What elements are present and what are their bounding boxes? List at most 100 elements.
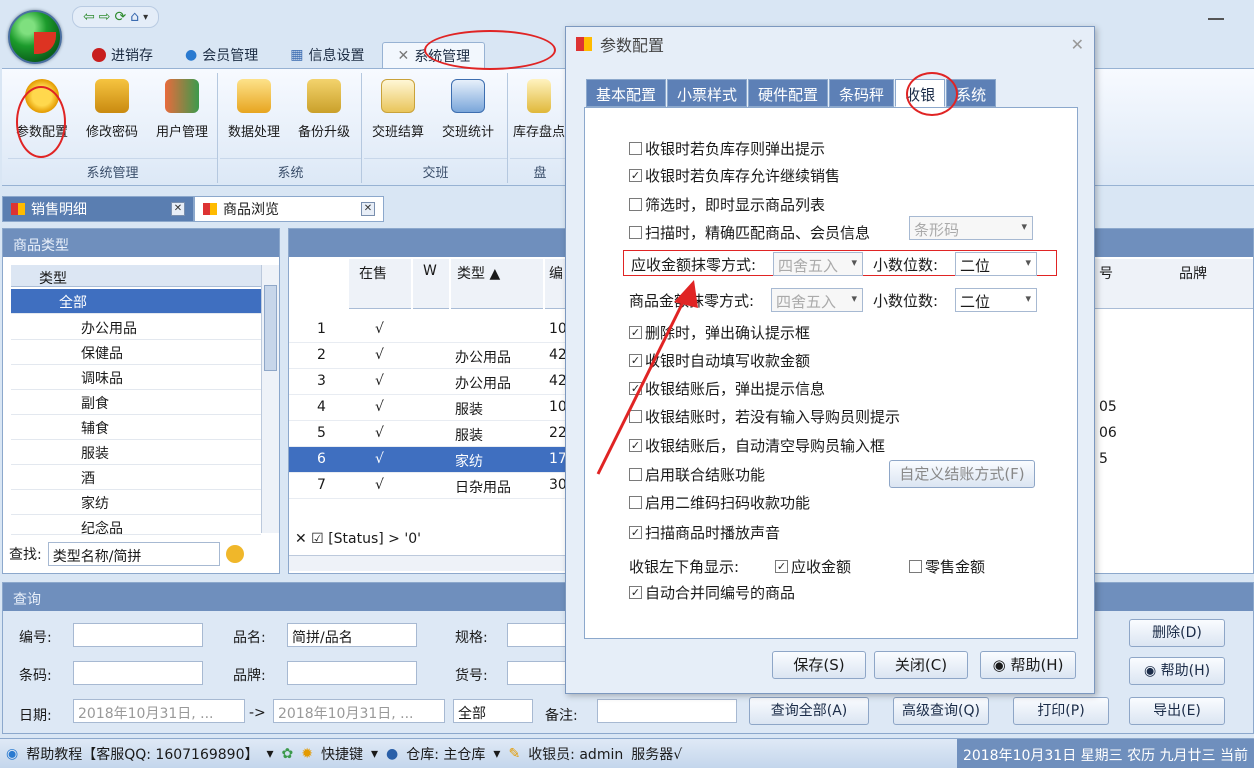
grid-icon: [11, 203, 25, 215]
checkbox-box: [629, 142, 642, 155]
home-icon[interactable]: ⌂: [130, 9, 139, 25]
option-checkbox[interactable]: ✓ 收银时若负库存允许继续销售: [629, 165, 840, 186]
dialog-close-icon[interactable]: ✕: [1071, 35, 1084, 54]
col-brand[interactable]: 品牌: [1173, 259, 1253, 309]
option-checkbox[interactable]: ✓ 扫描商品时播放声音: [629, 522, 780, 543]
round2-select[interactable]: 四舍五入: [771, 288, 863, 312]
tree-node-all[interactable]: 全部: [11, 289, 261, 314]
date-from[interactable]: 2018年10月31日, ...: [73, 699, 245, 723]
option-checkbox[interactable]: 收银时若负库存则弹出提示: [629, 138, 825, 159]
name-input[interactable]: 简拼/品名: [287, 623, 417, 647]
calculator-icon: [527, 79, 551, 113]
print-button[interactable]: 打印(P): [1013, 697, 1109, 725]
data-process-button[interactable]: 数据处理: [220, 79, 288, 140]
tree-node[interactable]: 副食: [11, 390, 261, 415]
label-barcode: 条码:: [19, 668, 52, 684]
itemno-input[interactable]: [507, 661, 567, 685]
close-icon[interactable]: ✕: [361, 202, 375, 216]
corner-receivable-checkbox[interactable]: ✓ 应收金额: [775, 556, 851, 577]
box-icon: [307, 79, 341, 113]
status-help[interactable]: 帮助教程【客服QQ: 1607169890】: [26, 744, 258, 764]
col-number[interactable]: 号: [1095, 259, 1173, 309]
barcode-select[interactable]: 条形码: [909, 216, 1033, 240]
grid-hscrollbar[interactable]: [289, 555, 569, 571]
group-caption: 交班: [364, 158, 507, 181]
tree-node[interactable]: 服装: [11, 440, 261, 465]
save-button[interactable]: 保存(S): [772, 651, 866, 679]
dec1-label: 小数位数:: [873, 256, 939, 274]
option-checkbox[interactable]: 筛选时，即时显示商品列表: [629, 194, 825, 215]
brand-input[interactable]: [287, 661, 417, 685]
tree-node[interactable]: 纪念品: [11, 515, 261, 535]
tab-product-browse[interactable]: 商品浏览 ✕: [194, 196, 384, 222]
dec2-label: 小数位数:: [873, 292, 939, 310]
help-button[interactable]: ◉ 帮助(H): [1129, 657, 1225, 685]
option-checkbox[interactable]: 扫描时，精确匹配商品、会员信息: [629, 222, 870, 243]
cell-t: 服装: [455, 402, 483, 418]
inventory-button[interactable]: 库存盘点: [510, 79, 568, 140]
shift-stats-button[interactable]: 交班统计: [434, 79, 502, 140]
qat-dropdown-icon[interactable]: ▾: [143, 12, 148, 23]
tab-scale[interactable]: 条码秤: [829, 79, 895, 107]
document-icon: [381, 79, 415, 113]
spec-input[interactable]: [507, 623, 567, 647]
advanced-query-button[interactable]: 高级查询(Q): [893, 697, 989, 725]
change-password-button[interactable]: 修改密码: [78, 79, 146, 140]
app-logo[interactable]: [8, 10, 62, 64]
close-icon[interactable]: ✕: [171, 202, 185, 216]
col-onsale[interactable]: 在售: [349, 259, 411, 309]
code-input[interactable]: [73, 623, 203, 647]
tree-node[interactable]: 保健品: [11, 340, 261, 365]
tree-node[interactable]: 调味品: [11, 365, 261, 390]
tree-node[interactable]: 辅食: [11, 415, 261, 440]
tab-info[interactable]: ▦ 信息设置: [276, 42, 378, 68]
shift-settle-button[interactable]: 交班结算: [364, 79, 432, 140]
barcode-input[interactable]: [73, 661, 203, 685]
round1-select[interactable]: 四舍五入: [773, 252, 863, 276]
custom-checkout-button[interactable]: 自定义结账方式(F): [889, 460, 1035, 488]
search-gear-icon[interactable]: [225, 545, 244, 563]
tab-receipt[interactable]: 小票样式: [667, 79, 748, 107]
user-mgmt-button[interactable]: 用户管理: [148, 79, 216, 140]
query-all-button[interactable]: 查询全部(A): [749, 697, 869, 725]
tab-member[interactable]: ● 会员管理: [171, 42, 272, 68]
col-w[interactable]: W: [413, 259, 449, 309]
tab-basic[interactable]: 基本配置: [586, 79, 667, 107]
status-store[interactable]: 仓库: 主仓库: [406, 744, 485, 764]
tab-jinxiaocun[interactable]: 进销存: [70, 42, 167, 68]
tab-sales-detail[interactable]: 销售明细 ✕: [2, 196, 194, 222]
dialog-help-button[interactable]: ◉ 帮助(H): [980, 651, 1076, 679]
tree-scrollbar[interactable]: [261, 265, 279, 533]
range-select[interactable]: 全部: [453, 699, 533, 723]
corner-retail-checkbox[interactable]: 零售金额: [909, 556, 985, 577]
dec2-select[interactable]: 二位: [955, 288, 1037, 312]
export-button[interactable]: 导出(E): [1129, 697, 1225, 725]
tree-node[interactable]: 酒: [11, 465, 261, 490]
col-type[interactable]: 类型 ▲: [451, 259, 543, 309]
tab-hardware[interactable]: 硬件配置: [748, 79, 829, 107]
scroll-thumb[interactable]: [264, 285, 277, 371]
filter-bar[interactable]: ✕ ☑ [Status] > '0': [289, 529, 569, 551]
dec1-select[interactable]: 二位: [955, 252, 1037, 276]
tree-node[interactable]: 家纺: [11, 490, 261, 515]
group-system: 数据处理 备份升级 系统: [220, 73, 362, 183]
leaf-icon: ✿: [281, 745, 294, 762]
find-input[interactable]: 类型名称/简拼: [47, 542, 220, 566]
close-button[interactable]: 关闭(C): [874, 651, 968, 679]
date-to[interactable]: 2018年10月31日, ...: [273, 699, 445, 723]
option-checkbox[interactable]: 启用二维码扫码收款功能: [629, 492, 810, 513]
tree-column-header: 类型: [11, 265, 261, 287]
refresh-icon[interactable]: ⟳: [114, 9, 126, 25]
group-caption: 系统: [220, 158, 361, 181]
grid-icon: [203, 203, 217, 215]
status-date: 2018年10月31日 星期三 农历 九月廿三 当前: [956, 738, 1254, 768]
minimize-button[interactable]: [1208, 18, 1224, 20]
backup-upgrade-button[interactable]: 备份升级: [290, 79, 358, 140]
tree-node[interactable]: 办公用品: [11, 315, 261, 340]
note-input[interactable]: [597, 699, 737, 723]
status-quick[interactable]: 快捷键: [321, 744, 363, 764]
delete-button[interactable]: 删除(D): [1129, 619, 1225, 647]
forward-icon[interactable]: ⇨: [99, 9, 111, 25]
merge-checkbox[interactable]: ✓ 自动合并同编号的商品: [629, 582, 795, 603]
back-icon[interactable]: ⇦: [83, 9, 95, 25]
